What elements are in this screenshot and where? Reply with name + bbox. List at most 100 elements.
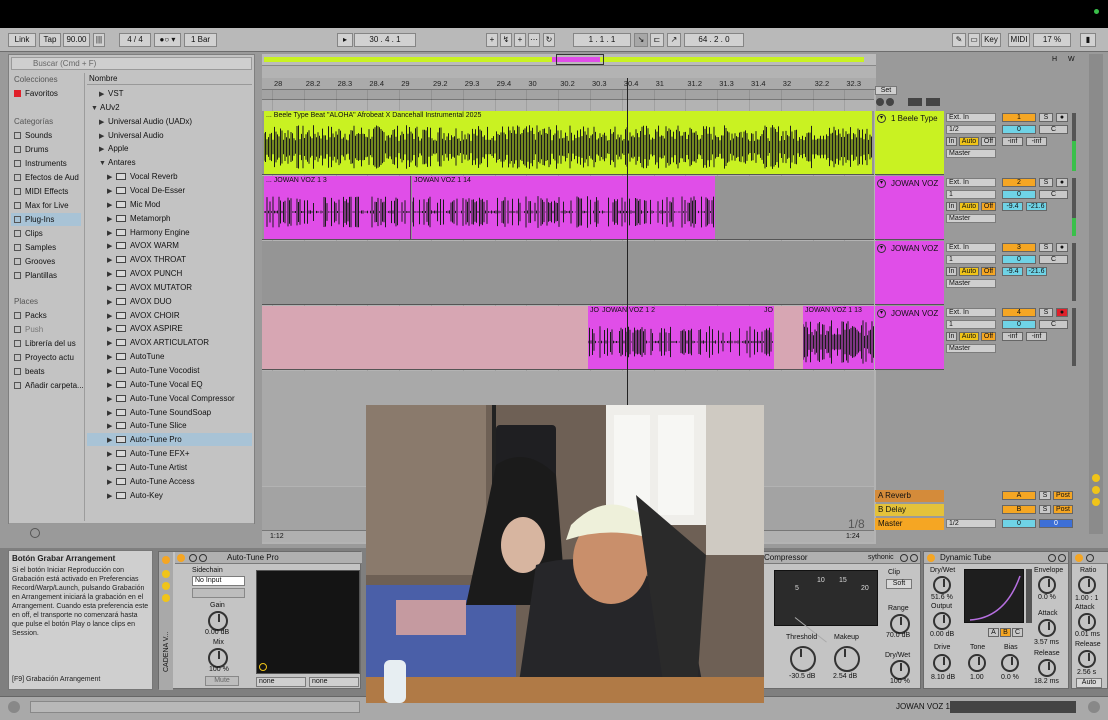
chevron-right-icon[interactable]: ▶	[107, 296, 116, 309]
monitor-off-button[interactable]: Off	[981, 267, 996, 276]
solo-button[interactable]: S	[1039, 308, 1053, 317]
power-icon[interactable]	[177, 554, 185, 562]
w-toggle[interactable]: W	[1068, 56, 1078, 65]
browser-list-item[interactable]: ▶ AVOX ASPIRE	[87, 322, 252, 335]
macro-dropdown-2[interactable]: none	[309, 677, 359, 687]
mix-knob[interactable]	[208, 648, 228, 668]
wrench-icon[interactable]	[199, 554, 207, 562]
track-lane-3[interactable]	[262, 241, 874, 305]
master-pan-field[interactable]: 0	[1039, 519, 1073, 528]
chevron-right-icon[interactable]: ▶	[107, 213, 116, 226]
chevron-right-icon[interactable]: ▶	[107, 365, 116, 378]
sidechain-dropdown[interactable]: No Input	[192, 576, 245, 586]
envelope-knob[interactable]	[1038, 576, 1056, 594]
chevron-right-icon[interactable]: ▶	[107, 199, 116, 212]
solo-button[interactable]: S	[1039, 491, 1051, 500]
chevron-right-icon[interactable]: ▶	[107, 476, 116, 489]
browser-list-item[interactable]: ▶ AVOX THROAT	[87, 253, 252, 266]
browser-list-item[interactable]: ▶ Auto-Tune SoundSoap	[87, 406, 252, 419]
delete-icon[interactable]	[1058, 554, 1066, 562]
volume-field[interactable]: 0	[1002, 320, 1036, 329]
post-button[interactable]: Post	[1053, 505, 1073, 514]
chevron-right-icon[interactable]: ▶	[107, 434, 116, 447]
chevron-right-icon[interactable]: ▶	[107, 448, 116, 461]
power-icon[interactable]	[162, 556, 170, 564]
arrangement-position-field[interactable]: 30 . 4 . 1	[354, 33, 416, 47]
loop-start-field[interactable]: 1 . 1 . 1	[573, 33, 631, 47]
device-header[interactable]: Auto-Tune Pro	[175, 552, 362, 564]
chevron-right-icon[interactable]: ▶	[107, 171, 116, 184]
sidebar-item-samples[interactable]: Samples	[14, 241, 56, 254]
name-column-header[interactable]: Nombre	[87, 73, 252, 85]
sidebar-item-drums[interactable]: Drums	[14, 143, 49, 156]
track-header-4[interactable]: ▾ JOWAN VOZ	[875, 306, 944, 370]
chevron-right-icon[interactable]: ▶	[107, 240, 116, 253]
chevron-right-icon[interactable]: ▶	[107, 462, 116, 475]
tone-knob[interactable]	[968, 654, 986, 672]
device-header[interactable]: Compressor sythonic	[764, 552, 920, 564]
input-type-dropdown[interactable]: Ext. In	[946, 113, 996, 122]
chevron-right-icon[interactable]: ▶	[107, 185, 116, 198]
chevron-right-icon[interactable]: ▶	[107, 282, 116, 295]
master-volume-field[interactable]: 0	[1002, 519, 1036, 528]
clip-jowan-voz-1-13[interactable]: JOWAN VOZ 1 13	[803, 306, 874, 369]
expand-icon[interactable]	[1086, 554, 1094, 562]
output-dropdown[interactable]: Master	[946, 214, 996, 223]
track-activator[interactable]: 3	[1002, 243, 1036, 252]
tempo-field[interactable]: 90.00	[63, 33, 90, 47]
clip-beele-beat[interactable]: ... Beele Type Beat "ALOHA" Afrobeat X D…	[264, 111, 872, 174]
return-activator[interactable]: A	[1002, 491, 1036, 500]
input-channel-dropdown[interactable]: 1	[946, 320, 996, 329]
bias-knob[interactable]	[1001, 654, 1019, 672]
chevron-right-icon[interactable]: ▶	[99, 143, 108, 156]
track-activator[interactable]: 4	[1002, 308, 1036, 317]
arm-button[interactable]: ●	[1056, 243, 1068, 252]
master-track-header[interactable]: Master	[875, 518, 944, 530]
sidebar-item-favorites[interactable]: Favoritos	[14, 87, 58, 100]
monitor-auto-button[interactable]: Auto	[959, 332, 979, 341]
pan-field[interactable]: C	[1039, 320, 1068, 329]
beat-time-ruler[interactable]: 28 28.2 28.3 28.4 29 29.2 29.3 29.4 30 30.2 30.3 30…	[262, 78, 876, 90]
browser-list-item[interactable]: ▶ Vocal De-Esser	[87, 184, 252, 197]
chevron-right-icon[interactable]: ▶	[107, 393, 116, 406]
tube-type-button[interactable]: A	[988, 628, 999, 637]
automation-arm-icon[interactable]: ↯	[500, 33, 512, 47]
chain-icon[interactable]	[162, 594, 170, 602]
tube-type-button[interactable]: C	[1012, 628, 1023, 637]
chevron-down-icon[interactable]: ▼	[91, 102, 100, 115]
monitor-off-button[interactable]: Off	[981, 202, 996, 211]
browser-list-item[interactable]: ▶ Auto-Tune EFX+	[87, 447, 252, 460]
browser-list-item[interactable]: ▶ Apple	[87, 142, 252, 155]
chevron-right-icon[interactable]: ▶	[99, 88, 108, 101]
monitor-in-button[interactable]: In	[946, 332, 957, 341]
place-item[interactable]: Añadir carpeta...	[14, 379, 84, 392]
browser-list-item[interactable]: ▶ Auto-Tune Vocal EQ	[87, 378, 252, 391]
overdub-icon[interactable]: +	[486, 33, 498, 47]
key-map-button[interactable]: Key	[981, 33, 1001, 47]
power-icon[interactable]	[927, 554, 935, 562]
track-lane-2[interactable]: ... JOWAN VOZ 1 3 JOWAN VOZ 1 14	[262, 176, 874, 240]
chevron-right-icon[interactable]: ▶	[107, 379, 116, 392]
drive-knob[interactable]	[933, 654, 951, 672]
threshold-knob[interactable]	[790, 646, 816, 672]
browser-list-item[interactable]: ▶ Auto-Tune Vocodist	[87, 364, 252, 377]
device-header[interactable]: Dynamic Tube	[924, 552, 1068, 564]
chevron-right-icon[interactable]: ▶	[107, 337, 116, 350]
makeup-knob[interactable]	[834, 646, 860, 672]
loop-switch-icon[interactable]: ⊏	[650, 33, 664, 47]
tap-button[interactable]: Tap	[39, 33, 61, 47]
chain-icon[interactable]	[162, 570, 170, 578]
right-toggle-icon[interactable]	[1088, 701, 1100, 713]
return-activator[interactable]: B	[1002, 505, 1036, 514]
place-item[interactable]: Push	[14, 323, 43, 336]
computer-keyboard-icon[interactable]: ▭	[968, 33, 980, 47]
gain-knob[interactable]	[208, 611, 228, 631]
chevron-right-icon[interactable]: ▶	[107, 310, 116, 323]
chevron-down-icon[interactable]: ▼	[99, 157, 108, 170]
power-icon[interactable]	[1075, 554, 1083, 562]
macro-dropdown-1[interactable]: none	[256, 677, 306, 687]
track-header-3[interactable]: ▾ JOWAN VOZ	[875, 241, 944, 305]
track-header-1[interactable]: ▾ 1 Beele Type	[875, 111, 944, 175]
volume-field[interactable]: 0	[1002, 125, 1036, 134]
return-track-header[interactable]: A Reverb	[875, 490, 944, 502]
